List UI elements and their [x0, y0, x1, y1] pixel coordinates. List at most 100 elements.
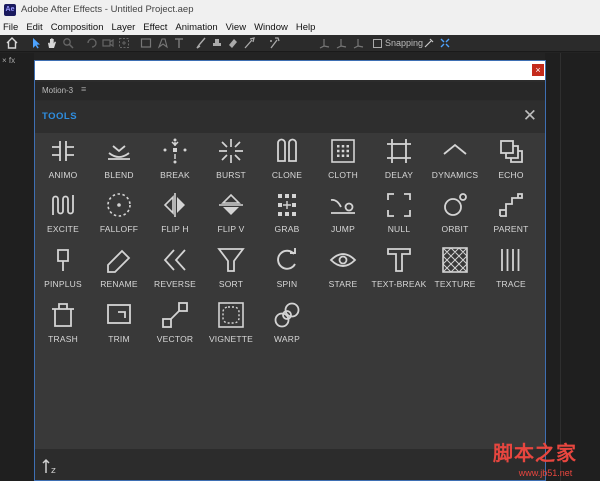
type-tool-icon[interactable] — [173, 37, 185, 49]
snapping-toggle[interactable]: Snapping — [373, 38, 423, 48]
tool-falloff[interactable]: FALLOFF — [91, 191, 147, 243]
tool-parent[interactable]: PARENT — [483, 191, 539, 243]
menu-animation[interactable]: Animation — [171, 22, 221, 33]
tool-label: DYNAMICS — [431, 170, 479, 180]
home-icon[interactable] — [6, 37, 18, 49]
camera-tool-icon[interactable] — [102, 37, 114, 49]
tool-trim[interactable]: TRIM — [91, 301, 147, 353]
tool-label: TEXTURE — [434, 279, 476, 289]
menu-composition[interactable]: Composition — [47, 22, 108, 33]
tool-label: SORT — [218, 279, 244, 289]
eraser-tool-icon[interactable] — [227, 37, 239, 49]
tool-null[interactable]: NULL — [371, 191, 427, 243]
tool-stare[interactable]: STARE — [315, 246, 371, 298]
animo-icon — [52, 141, 74, 161]
puppet-tool-icon[interactable] — [268, 37, 280, 49]
tool-rename[interactable]: RENAME — [91, 246, 147, 298]
tab-menu-icon[interactable]: ≡ — [81, 84, 86, 94]
tool-texture[interactable]: TEXTURE — [427, 246, 483, 298]
pen-tool-icon[interactable] — [157, 37, 169, 49]
tool-reverse[interactable]: REVERSE — [147, 246, 203, 298]
menu-bar: File Edit Composition Layer Effect Anima… — [0, 19, 600, 35]
tool-flip-h[interactable]: FLIP H — [147, 191, 203, 243]
menu-effect[interactable]: Effect — [139, 22, 171, 33]
tool-break[interactable]: BREAK — [147, 137, 203, 189]
roto-brush-tool-icon[interactable] — [243, 37, 255, 49]
menu-layer[interactable]: Layer — [108, 22, 140, 33]
tool-orbit[interactable]: ORBIT — [427, 191, 483, 243]
tool-pinplus[interactable]: PINPLUS — [35, 246, 91, 298]
pan-behind-tool-icon[interactable] — [118, 37, 130, 49]
tool-dynamics[interactable]: DYNAMICS — [427, 137, 483, 189]
zoom-tool-icon[interactable] — [62, 37, 74, 49]
tools-close-button[interactable]: ✕ — [523, 106, 537, 126]
menu-window[interactable]: Window — [250, 22, 292, 33]
tool-text-break[interactable]: TEXT-BREAK — [371, 246, 427, 298]
tool-label: DELAY — [384, 170, 414, 180]
tools-header: TOOLS ✕ — [35, 101, 545, 133]
tool-echo[interactable]: ECHO — [483, 137, 539, 189]
tool-animo[interactable]: ANIMO — [35, 137, 91, 189]
tool-label: TRASH — [48, 334, 78, 344]
tool-clone[interactable]: CLONE — [259, 137, 315, 189]
snap-expand-icon[interactable] — [439, 37, 451, 49]
vignette-icon — [218, 302, 244, 328]
tool-vector[interactable]: VECTOR — [147, 301, 203, 353]
tool-label: STARE — [328, 279, 358, 289]
tool-label: EXCITE — [47, 224, 79, 234]
tool-trash[interactable]: TRASH — [35, 301, 91, 353]
selection-tool-icon[interactable] — [30, 37, 42, 49]
trash-icon — [52, 303, 74, 327]
tool-grab[interactable]: GRAB — [259, 191, 315, 243]
cloth-icon — [331, 139, 355, 163]
local-axis-icon[interactable] — [318, 37, 330, 49]
tool-sort[interactable]: SORT — [203, 246, 259, 298]
falloff-icon — [107, 193, 131, 217]
panel-tab-close-icon[interactable]: × fx — [2, 56, 15, 65]
tool-label: CLONE — [271, 170, 303, 180]
snapping-checkbox[interactable] — [373, 38, 382, 48]
hand-tool-icon[interactable] — [46, 37, 58, 49]
menu-file[interactable]: File — [0, 22, 22, 33]
dynamics-icon — [443, 143, 467, 155]
tool-trace[interactable]: TRACE — [483, 246, 539, 298]
tool-spin[interactable]: SPIN — [259, 246, 315, 298]
delay-icon — [387, 139, 411, 163]
menu-view[interactable]: View — [222, 22, 250, 33]
world-axis-icon[interactable] — [335, 37, 347, 49]
grab-icon — [278, 194, 296, 216]
site-watermark: 脚本之家 www.jb51.net — [493, 437, 598, 478]
tool-blend[interactable]: BLEND — [91, 137, 147, 189]
menu-edit[interactable]: Edit — [22, 22, 46, 33]
motion-panel-titlebar[interactable]: × — [35, 61, 545, 80]
window-close-button[interactable]: × — [532, 64, 544, 76]
tool-vignette[interactable]: VIGNETTE — [203, 301, 259, 353]
tools-toolbar: Snapping — [0, 35, 600, 52]
menu-help[interactable]: Help — [292, 22, 320, 33]
tool-flip-v[interactable]: FLIP V — [203, 191, 259, 243]
tool-label: TEXT-BREAK — [371, 279, 427, 289]
text-break-icon — [387, 248, 411, 272]
tools-grid: ANIMO BLEND BREAK BURST CLONE CLOTH DELA… — [35, 133, 545, 449]
rename-icon — [107, 249, 131, 273]
clone-stamp-tool-icon[interactable] — [211, 37, 223, 49]
sort-order-icon[interactable]: z — [41, 457, 59, 475]
tool-jump[interactable]: JUMP — [315, 191, 371, 243]
tab-motion-3[interactable]: Motion-3 — [42, 86, 73, 95]
tool-excite[interactable]: EXCITE — [35, 191, 91, 243]
right-panel-background — [545, 53, 600, 481]
tool-label: PARENT — [493, 224, 529, 234]
view-axis-icon[interactable] — [352, 37, 364, 49]
rotation-tool-icon[interactable] — [86, 37, 98, 49]
brush-tool-icon[interactable] — [195, 37, 207, 49]
tool-label: BLEND — [104, 170, 134, 180]
tool-label: RENAME — [100, 279, 138, 289]
tool-burst[interactable]: BURST — [203, 137, 259, 189]
tool-warp[interactable]: WARP — [259, 301, 315, 353]
echo-icon — [500, 140, 523, 163]
tool-delay[interactable]: DELAY — [371, 137, 427, 189]
tool-cloth[interactable]: CLOTH — [315, 137, 371, 189]
rectangle-tool-icon[interactable] — [140, 37, 152, 49]
parent-icon — [499, 193, 523, 217]
snap-feather-icon[interactable] — [423, 37, 435, 49]
